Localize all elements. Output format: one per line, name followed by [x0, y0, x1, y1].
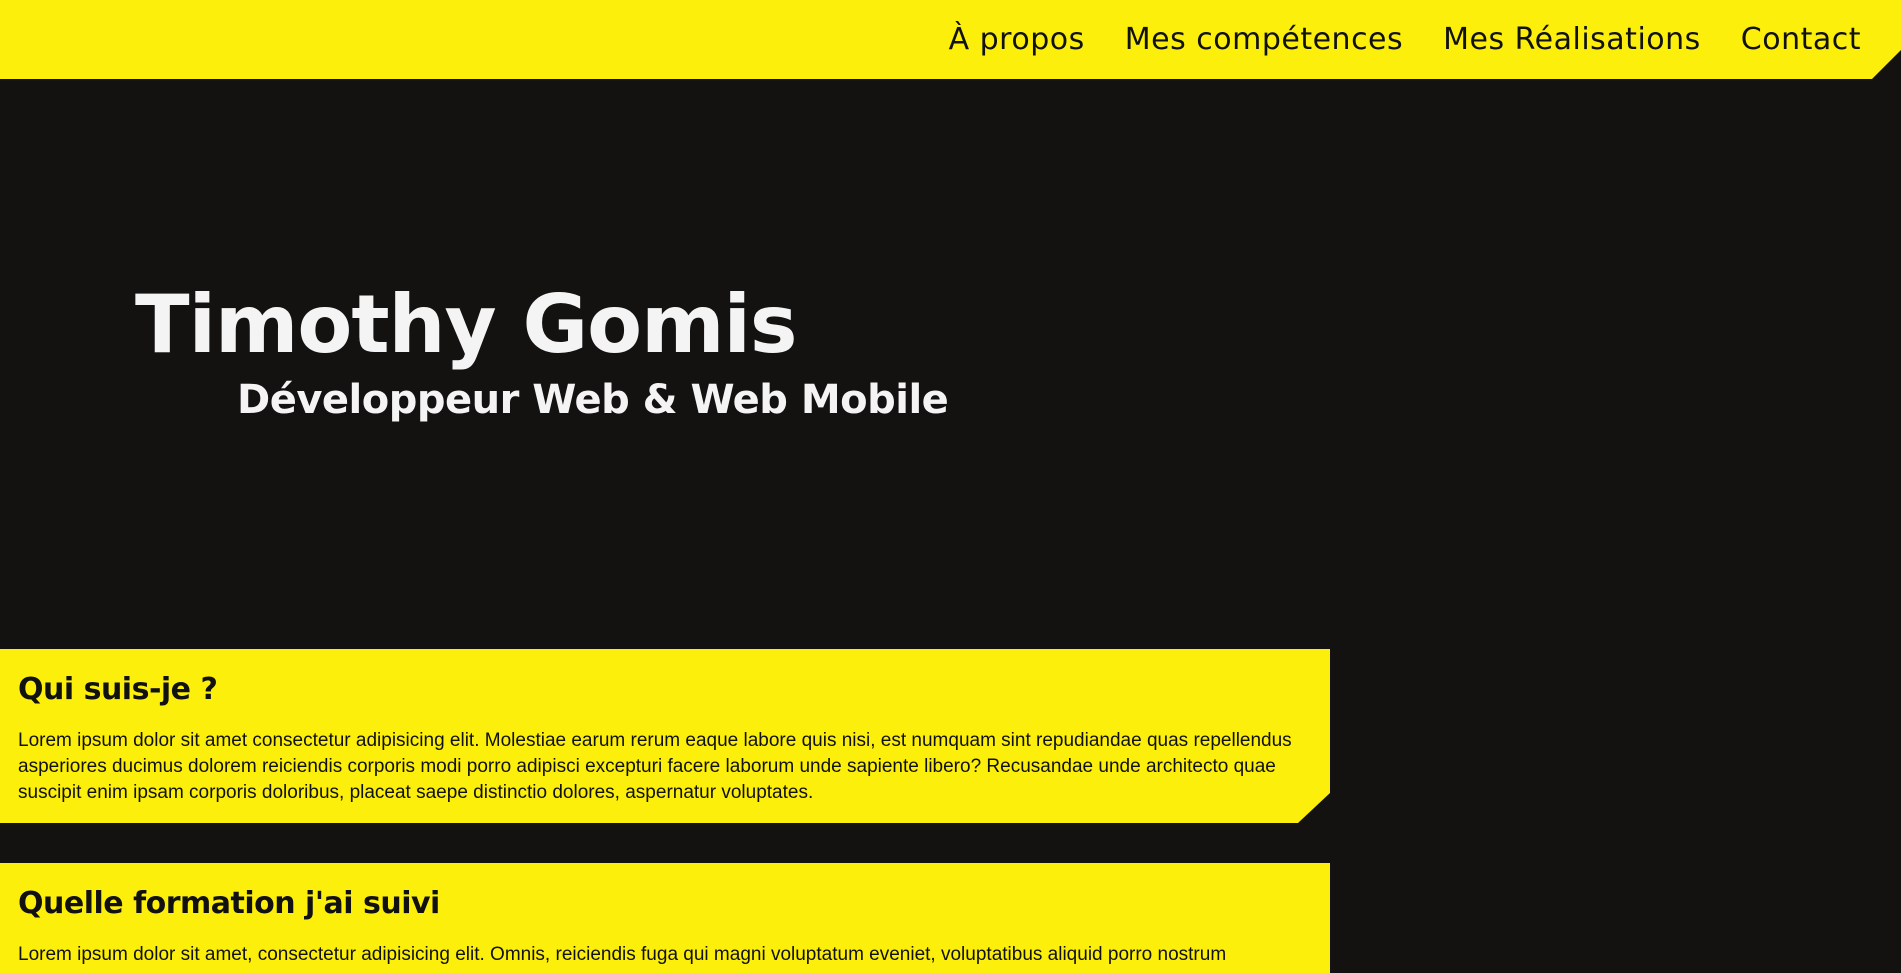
top-navigation-bar: À propos Mes compétences Mes Réalisation… [0, 0, 1901, 79]
about-card: Qui suis-je ? Lorem ipsum dolor sit amet… [0, 649, 1330, 823]
nav-item-realisations: Mes Réalisations [1443, 22, 1701, 57]
nav-link-a-propos[interactable]: À propos [949, 22, 1085, 57]
nav-link-contact[interactable]: Contact [1741, 22, 1861, 57]
nav-link-competences[interactable]: Mes compétences [1125, 22, 1403, 57]
hero-subtitle: Développeur Web & Web Mobile [237, 377, 949, 423]
education-card: Quelle formation j'ai suivi Lorem ipsum … [0, 863, 1330, 973]
hero-name: Timothy Gomis [135, 278, 798, 371]
education-card-text: Lorem ipsum dolor sit amet, consectetur … [18, 944, 1227, 965]
main-nav: À propos Mes compétences Mes Réalisation… [949, 0, 1861, 79]
nav-item-a-propos: À propos [949, 22, 1085, 57]
nav-item-competences: Mes compétences [1125, 22, 1403, 57]
about-card-text: Lorem ipsum dolor sit amet consectetur a… [18, 730, 1292, 803]
nav-link-realisations[interactable]: Mes Réalisations [1443, 22, 1701, 57]
about-card-title: Qui suis-je ? [18, 672, 218, 707]
education-card-title: Quelle formation j'ai suivi [18, 886, 440, 921]
nav-item-contact: Contact [1741, 22, 1861, 57]
